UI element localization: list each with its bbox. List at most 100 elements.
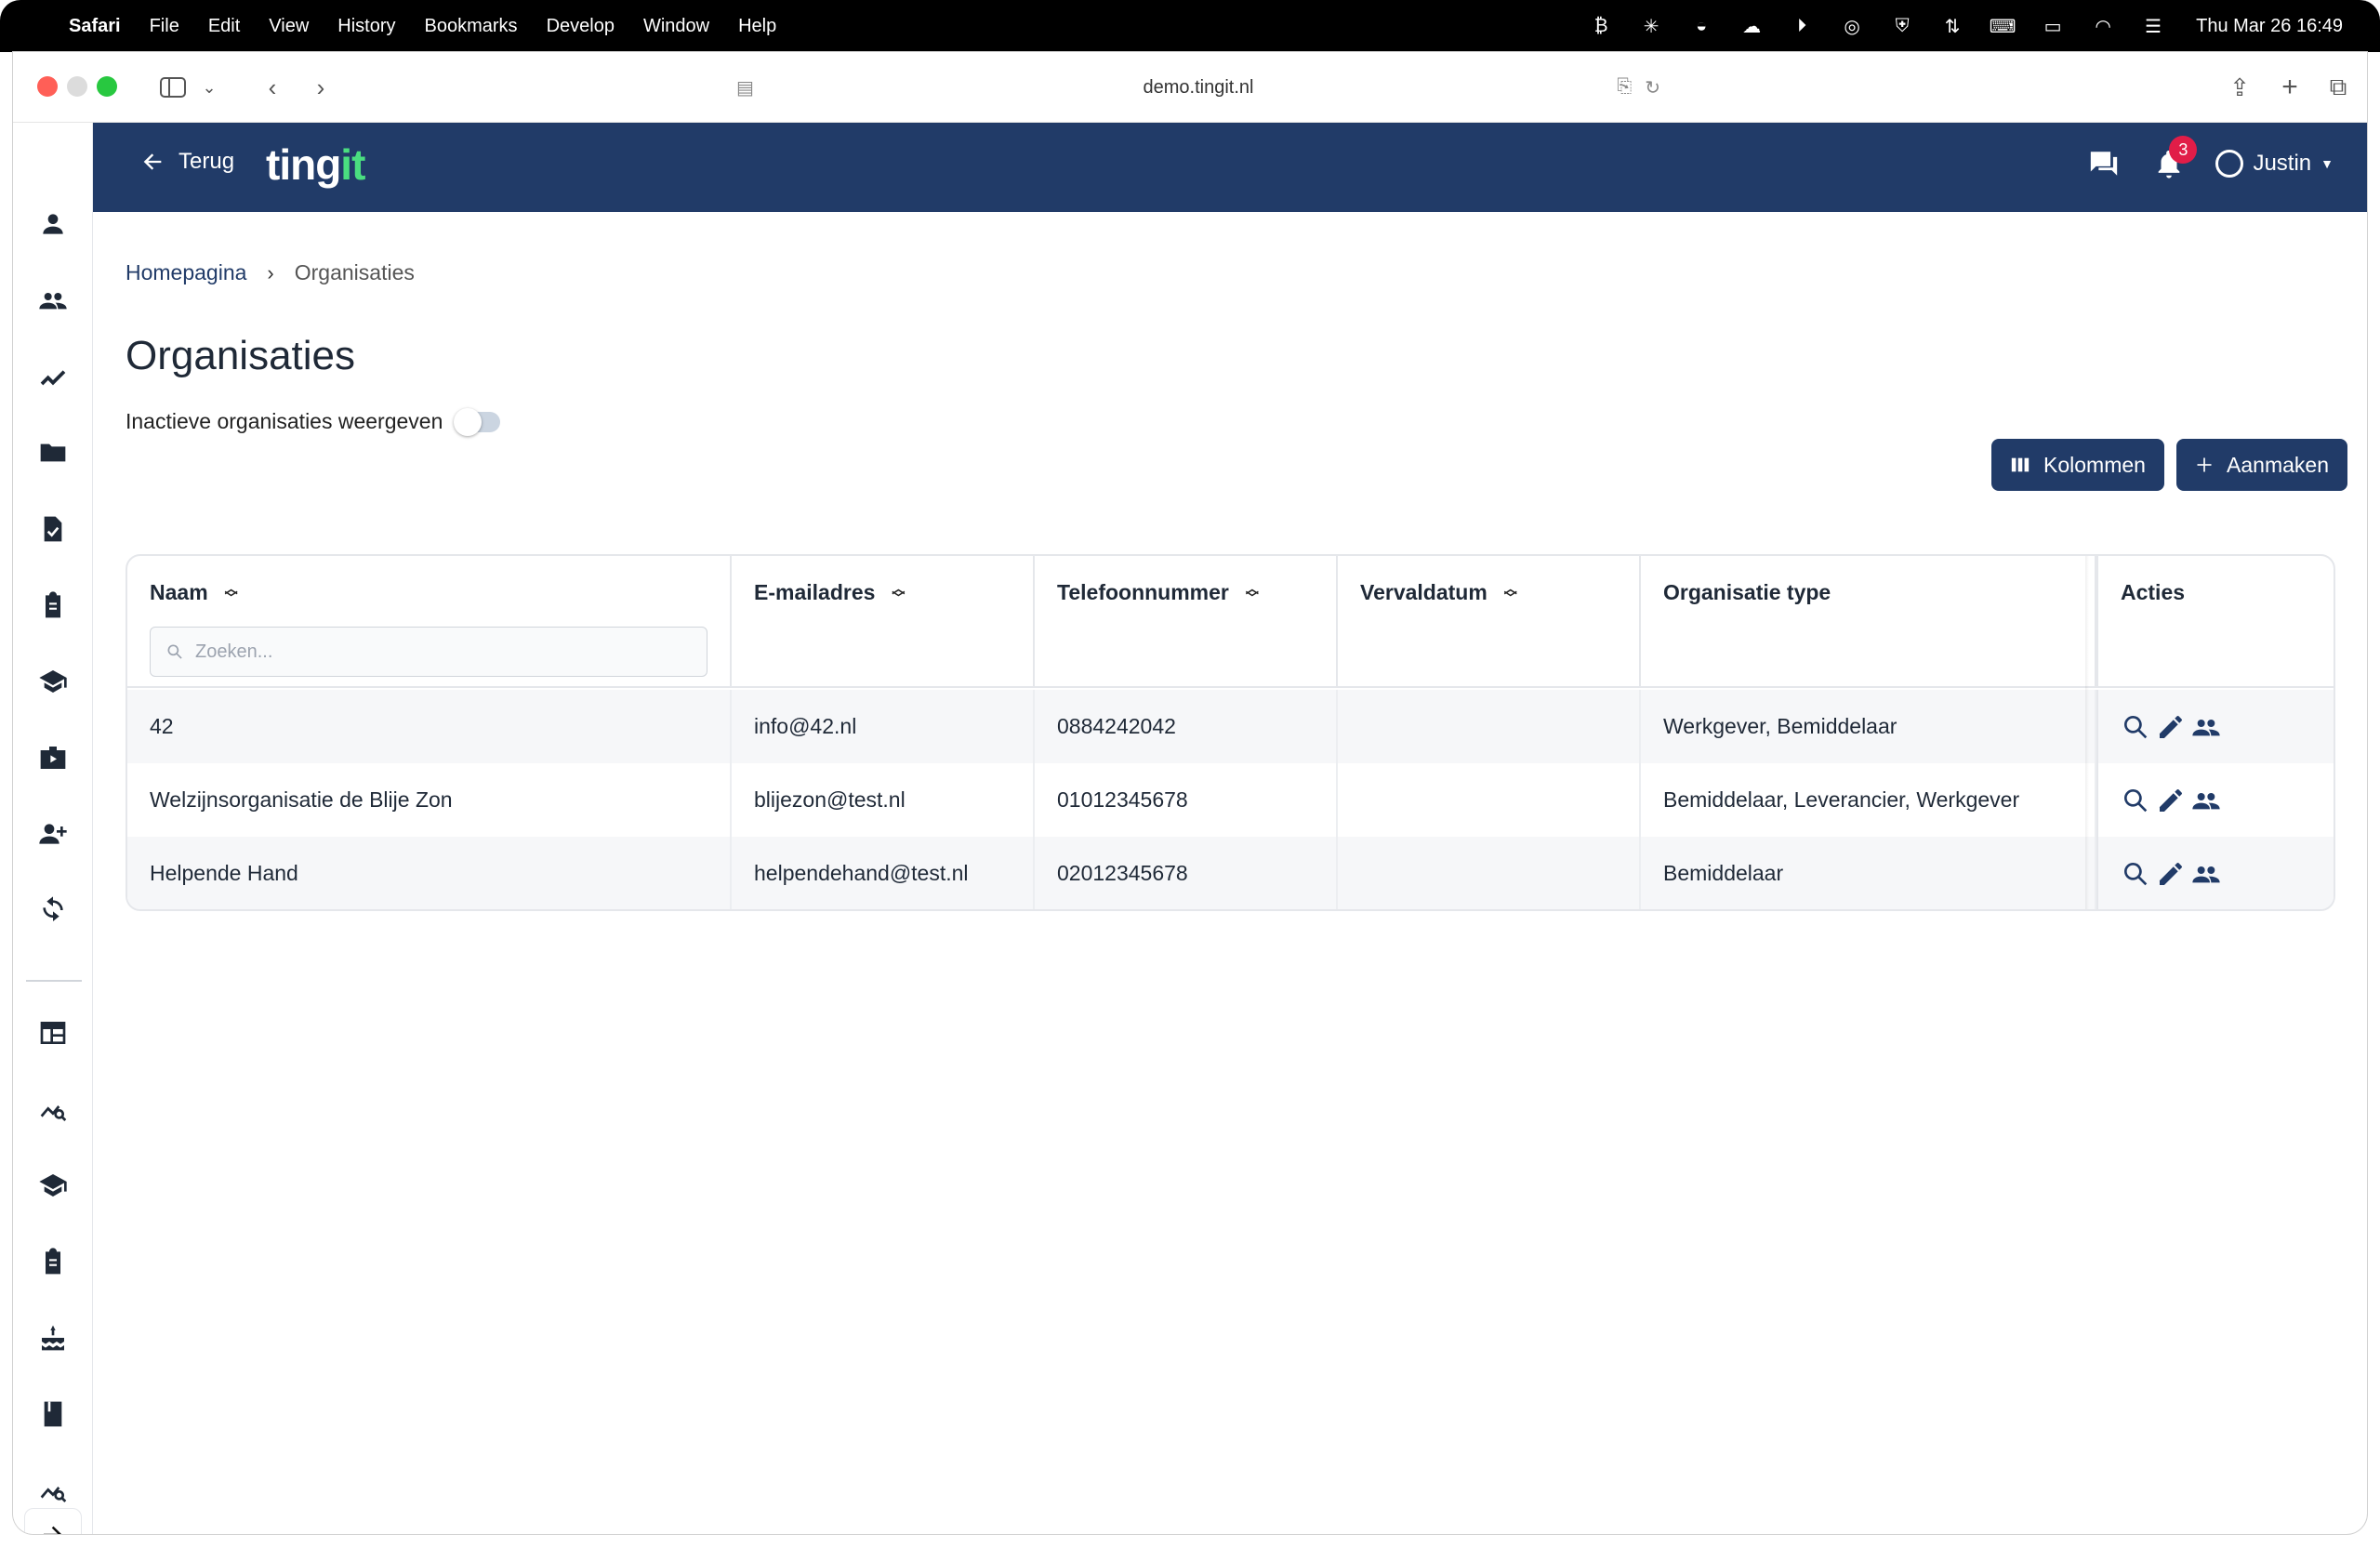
table-row[interactable]: 42 info@42.nl 0884242042 Werkgever, Bemi… [127,690,2334,763]
sort-icon[interactable]: ︿ ﹀ [892,582,905,604]
header-expiry-label: Vervaldatum [1360,580,1488,604]
notifications-button[interactable]: 3 [2150,136,2198,182]
status-shield-icon[interactable]: ⛨ [1889,16,1915,36]
window-zoom-button[interactable] [97,76,117,97]
tab-overview-icon[interactable]: ⧉ [2324,69,2352,106]
person-add-icon[interactable] [33,814,73,853]
edit-pencil-icon[interactable] [2156,859,2186,889]
school-icon[interactable] [33,1166,73,1205]
assignment-icon[interactable] [33,1242,73,1281]
person-icon[interactable] [33,205,73,244]
wifi-icon[interactable]: ◠ [2090,16,2116,37]
status-hotspot-icon[interactable]: ⇅ [1939,16,1965,37]
control-center-icon[interactable]: ☰ [2140,16,2166,37]
user-name: Justin [2253,151,2312,176]
back-button[interactable]: Terug [139,149,234,175]
menu-bookmarks[interactable]: Bookmarks [425,16,518,37]
file-check-icon[interactable] [33,509,73,549]
browser-toolbar: ⌄ ‹ › ▤ demo.tingit.nl ⎘ ↻ ⇪ + ⧉ [13,52,2367,123]
user-menu[interactable]: Justin ▼ [2215,150,2334,178]
cell-name: Helpende Hand [127,837,732,909]
inactive-toggle-label: Inactieve organisaties weergeven [126,409,443,433]
column-header-phone[interactable]: Telefoonnummer ︿ ﹀ [1035,556,1338,688]
view-search-icon[interactable] [2121,786,2150,815]
address-bar[interactable]: ▤ demo.tingit.nl ⎘ ↻ [720,65,1677,110]
menu-file[interactable]: File [150,16,179,37]
breadcrumb-home-link[interactable]: Homepagina [126,260,246,285]
menu-edit[interactable]: Edit [208,16,240,37]
sort-icon[interactable]: ︿ ﹀ [1246,582,1259,604]
cell-actions [2096,837,2334,909]
create-button[interactable]: Aanmaken [2176,439,2347,491]
members-group-icon[interactable] [2191,712,2221,742]
menubar-clock[interactable]: Thu Mar 26 16:49 [2196,16,2343,37]
cell-actions [2096,690,2334,763]
chevron-down-icon[interactable]: ⌄ [197,69,221,106]
translate-icon[interactable]: ⎘ [1617,76,1632,99]
clipboard-icon[interactable] [33,586,73,625]
column-header-expiry[interactable]: Vervaldatum ︿ ﹀ [1338,556,1641,688]
new-tab-icon[interactable]: + [2276,69,2304,106]
cake-icon[interactable] [33,1318,73,1357]
edit-pencil-icon[interactable] [2156,786,2186,815]
table-layout-icon[interactable] [33,1013,73,1052]
status-app-icon[interactable]: ₿ [1588,16,1614,36]
menu-help[interactable]: Help [738,16,776,37]
group-icon[interactable] [33,281,73,320]
menu-history[interactable]: History [337,16,395,37]
status-airdrop-icon[interactable]: ◎ [1839,16,1865,37]
members-group-icon[interactable] [2191,859,2221,889]
menu-app-name[interactable]: Safari [69,16,121,37]
name-search-field[interactable] [150,627,707,677]
window-minimize-button[interactable] [67,76,87,97]
members-group-icon[interactable] [2191,786,2221,815]
book-icon[interactable] [33,1395,73,1434]
status-play-icon[interactable]: ⏵ [1789,16,1815,36]
menu-develop[interactable]: Develop [547,16,615,37]
status-disc-icon[interactable]: ◒ [1688,16,1714,36]
table-row[interactable]: Welzijnsorganisatie de Blije Zon blijezo… [127,763,2334,837]
graduation-cap-icon[interactable] [33,662,73,701]
table-row[interactable]: Helpende Hand helpendehand@test.nl 02012… [127,837,2334,909]
video-briefcase-icon[interactable] [33,738,73,777]
column-header-name[interactable]: Naam ︿ ﹀ [127,556,732,688]
view-search-icon[interactable] [2121,712,2150,742]
battery-icon[interactable]: ▭ [2040,16,2066,37]
sort-icon[interactable]: ︿ ﹀ [1504,582,1517,604]
status-cloud-icon[interactable]: ☁ [1739,16,1765,37]
edit-pencil-icon[interactable] [2156,712,2186,742]
back-nav-icon[interactable]: ‹ [258,69,286,106]
sync-icon[interactable] [33,891,73,930]
share-icon[interactable]: ⇪ [2226,69,2254,106]
menu-view[interactable]: View [269,16,309,37]
view-search-icon[interactable] [2121,859,2150,889]
sort-icon[interactable]: ︿ ﹀ [225,582,238,604]
page-settings-icon[interactable]: ▤ [736,76,754,99]
inactive-toggle-switch[interactable] [454,407,501,436]
cell-email: blijezon@test.nl [732,763,1035,837]
reload-icon[interactable]: ↻ [1645,76,1660,99]
menubar-status-area: ₿ ✳ ◒ ☁ ⏵ ◎ ⛨ ⇅ ⌨ ▭ ◠ ☰ Thu Mar 26 16:49 [1588,16,2343,37]
folder-icon[interactable] [33,433,73,472]
cell-type: Bemiddelaar [1641,837,2096,909]
menu-window[interactable]: Window [643,16,709,37]
columns-button[interactable]: Kolommen [1991,439,2164,491]
browser-window: ⌄ ‹ › ▤ demo.tingit.nl ⎘ ↻ ⇪ + ⧉ Terug t… [13,52,2367,1534]
sidebar-expand-button[interactable] [24,1508,82,1534]
cell-expiry [1338,837,1641,909]
tingit-logo[interactable]: tingit [266,139,365,190]
query-stats-icon[interactable] [33,1090,73,1129]
status-keyboard-icon[interactable]: ⌨ [1990,16,2016,37]
chat-icon[interactable] [2085,145,2122,182]
cell-type: Werkgever, Bemiddelaar [1641,690,2096,763]
column-header-email[interactable]: E-mailadres ︿ ﹀ [732,556,1035,688]
trending-icon[interactable] [33,357,73,396]
status-sparkle-icon[interactable]: ✳ [1638,16,1664,37]
analytics-search-icon[interactable] [33,1471,73,1510]
window-close-button[interactable] [37,76,58,97]
create-button-label: Aanmaken [2227,452,2329,477]
search-input[interactable] [195,641,679,663]
forward-nav-icon[interactable]: › [307,69,335,106]
sidebar-toggle-icon[interactable] [154,69,192,106]
cell-name: Welzijnsorganisatie de Blije Zon [127,763,732,837]
